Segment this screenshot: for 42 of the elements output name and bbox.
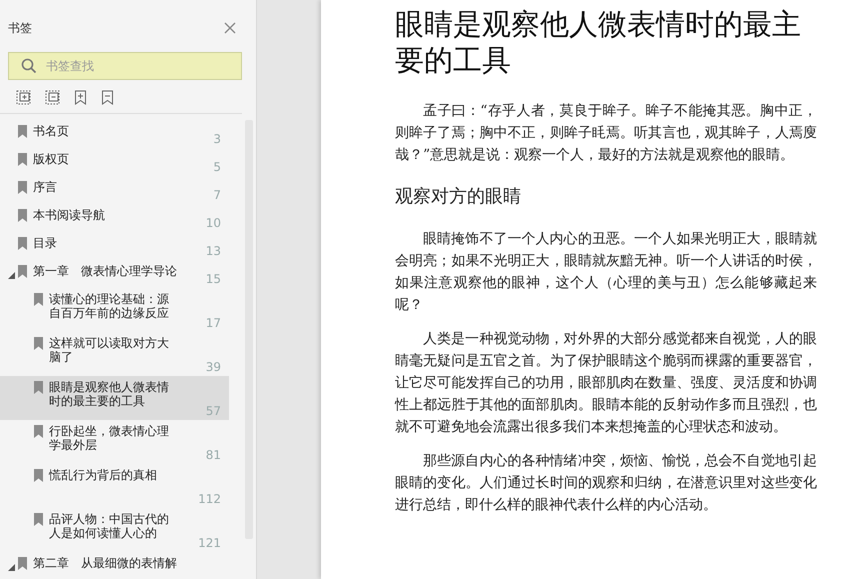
bookmark-icon: [18, 209, 27, 222]
bookmark-icon: [34, 469, 43, 482]
bookmark-plus-icon[interactable]: [74, 90, 87, 105]
dashed-minus-box-icon[interactable]: [45, 90, 60, 105]
bookmark-item[interactable]: 版权页 5: [0, 148, 245, 176]
body-paragraph: 人类是一种视觉动物，对外界的大部分感觉都来自视觉，人的眼睛毫无疑问是五官之首。为了保护眼睛这个脆弱而裸露的重要器官，让它尽可能发挥自己的功用，眼部肌肉在数量、强度、灵活度和协调性上都远胜于其他的面部肌肉。眼睛本能的反射动作多而且强烈，也就不可避免地会流露出很多我们本来想掩盖的心理状态和波动。: [395, 330, 817, 437]
panel-title: 书签: [8, 20, 32, 36]
search-field[interactable]: 书签查找: [8, 52, 242, 80]
bookmark-item[interactable]: 第二章 从最细微的表情解: [0, 552, 245, 579]
bookmark-item[interactable]: 第一章 微表情心理学导论 15: [0, 260, 245, 288]
bookmark-item[interactable]: 这样就可以读取对方大脑了 39: [0, 332, 245, 376]
bookmark-icon: [34, 381, 43, 394]
search-icon: [21, 58, 37, 74]
bookmark-item[interactable]: 目录 13: [0, 232, 245, 260]
bookmark-icon: [34, 293, 43, 306]
bookmark-minus-icon[interactable]: [101, 90, 114, 105]
dashed-plus-box-icon[interactable]: [16, 90, 31, 105]
expand-triangle-icon[interactable]: [8, 564, 15, 571]
body-paragraph: 那些源自内心的各种情绪冲突，烦恼、愉悦，总会不自觉地引起眼睛的变化。人们通过长时间的观察和归纳，在潜意识里对这些变化进行总结，即什么样的眼神代表什么样的内心活动。: [395, 452, 817, 515]
bookmark-item[interactable]: 本书阅读导航 10: [0, 204, 245, 232]
bookmark-item[interactable]: 慌乱行为背后的真相 112: [0, 464, 245, 508]
body-paragraph: 眼睛掩饰不了一个人内心的丑恶。一个人如果光明正大，眼睛就会明亮；如果不光明正大，眼睛就灰黯无神。听一个人讲话的时侯，如果注意观察他的眼神，这个人（心理的美与丑）怎么能够藏起来呢？: [395, 230, 817, 315]
bookmark-icon: [18, 265, 27, 278]
page-title: 眼睛是观察他人微表情时的最主要的工具: [395, 6, 802, 78]
bookmark-item[interactable]: 序言 7: [0, 176, 245, 204]
expand-triangle-icon[interactable]: [8, 272, 15, 279]
bookmark-icon: [18, 125, 27, 138]
bookmark-item[interactable]: 行卧起坐，微表情心理学最外层 81: [0, 420, 245, 464]
bookmark-item[interactable]: 书名页 3: [0, 120, 245, 148]
bookmark-icon: [34, 425, 43, 438]
bookmark-item[interactable]: 读懂心的理论基础：源自百万年前的边缘反应 17: [0, 288, 245, 332]
bookmark-icon: [18, 237, 27, 250]
bookmark-icon: [34, 337, 43, 350]
bookmark-icon: [34, 513, 43, 526]
quote-paragraph: 孟子曰：“存乎人者，莫良于眸子。眸子不能掩其恶。胸中正，则眸子了焉；胸中不正，则眸子眊焉。听其言也，观其眸子，人焉廋哉？”意思就是说：观察一个人，最好的方法就是观察他的眼睛。: [395, 102, 817, 165]
bookmark-item[interactable]: 品评人物：中国古代的人是如何读懂人心的 121: [0, 508, 245, 552]
section-heading: 观察对方的眼睛: [395, 185, 522, 208]
bookmark-icon: [18, 181, 27, 194]
bookmark-icon: [18, 557, 27, 570]
bookmark-icon: [18, 153, 27, 166]
close-icon[interactable]: [224, 22, 236, 34]
bookmark-item[interactable]: 眼睛是观察他人微表情时的最主要的工具 57: [0, 376, 229, 420]
